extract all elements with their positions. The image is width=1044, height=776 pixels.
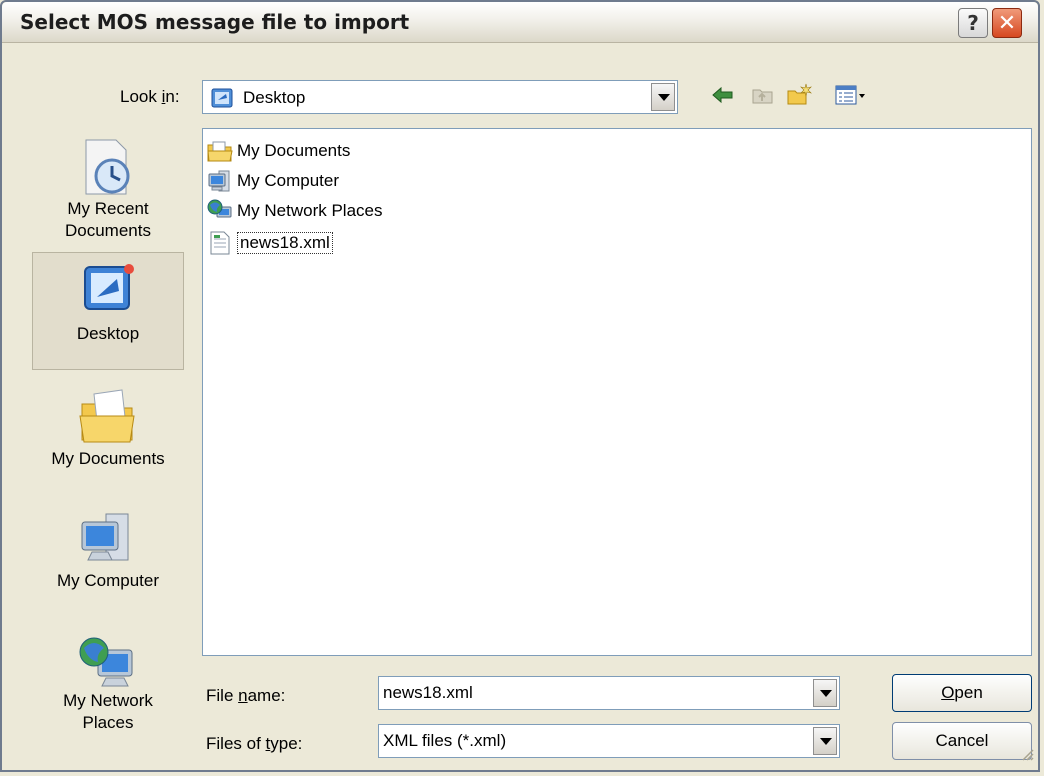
place-label: My Documents: [32, 448, 184, 470]
view-menu-icon[interactable]: [834, 82, 868, 113]
resize-grip-icon[interactable]: [1020, 747, 1034, 766]
title-bar[interactable]: Select MOS message file to import ? ✕: [2, 2, 1038, 43]
lookin-dropdown[interactable]: Desktop: [202, 80, 678, 114]
place-label: Desktop: [33, 323, 183, 345]
filetype-label: Files of type:: [206, 734, 302, 754]
computer-icon: [207, 169, 233, 198]
place-label-line2: Places: [82, 713, 134, 732]
file-name: My Computer: [237, 171, 340, 190]
open-button-label: pen: [954, 683, 983, 702]
file-open-dialog: Select MOS message file to import ? ✕ Lo…: [0, 0, 1040, 772]
lookin-dropdown-arrow[interactable]: [651, 83, 675, 111]
file-list[interactable]: My Documents My Computer My Network Plac…: [202, 128, 1032, 656]
folder-documents-icon: [207, 139, 233, 168]
filename-label-text-end: ame:: [247, 686, 286, 705]
desktop-icon: [77, 261, 141, 322]
lookin-value: Desktop: [243, 88, 306, 107]
desktop-icon: [211, 86, 235, 115]
my-computer-icon: [76, 508, 140, 577]
filename-input[interactable]: [381, 679, 805, 707]
place-my-computer[interactable]: My Computer: [32, 500, 184, 618]
place-label-line1: My Documents: [51, 449, 165, 468]
help-icon: ?: [967, 11, 979, 35]
filename-label-text: File: [206, 686, 239, 705]
place-my-documents[interactable]: My Documents: [32, 378, 184, 496]
filetype-select[interactable]: [378, 724, 840, 758]
place-label-line2: Documents: [65, 221, 151, 240]
new-folder-icon[interactable]: [786, 82, 814, 113]
lookin-label: Look in:: [120, 87, 180, 107]
close-button[interactable]: ✕: [992, 8, 1022, 38]
place-label: My Network Places: [32, 690, 184, 734]
place-label-line1: Desktop: [76, 324, 140, 343]
file-name: news18.xml: [237, 232, 333, 254]
cancel-button[interactable]: Cancel: [892, 722, 1032, 760]
filetype-label-text-end: ype:: [270, 734, 303, 753]
up-folder-icon[interactable]: [750, 82, 776, 113]
my-documents-icon: [76, 386, 140, 451]
filetype-dropdown-arrow[interactable]: [813, 727, 837, 755]
open-button-accel: O: [941, 683, 955, 702]
recent-documents-icon: [76, 136, 140, 205]
file-name: My Documents: [237, 141, 351, 160]
filetype-value[interactable]: [381, 727, 805, 755]
dialog-title: Select MOS message file to import: [20, 10, 410, 34]
filename-combo[interactable]: [378, 676, 840, 710]
place-label-line1: My Computer: [56, 571, 160, 590]
place-desktop[interactable]: Desktop: [32, 252, 184, 370]
places-bar: My Recent Documents Desktop My Documents…: [24, 128, 192, 766]
network-icon: [207, 199, 233, 228]
filetype-label-text: Files of: [206, 734, 266, 753]
back-arrow-icon[interactable]: [710, 82, 736, 113]
help-button[interactable]: ?: [958, 8, 988, 38]
place-label: My Computer: [32, 570, 184, 592]
place-recent-documents[interactable]: My Recent Documents: [32, 128, 184, 246]
open-button[interactable]: Open: [892, 674, 1032, 712]
file-name: My Network Places: [237, 201, 383, 220]
cancel-button-label: Cancel: [935, 731, 989, 750]
filename-label: File name:: [206, 686, 285, 706]
filename-label-accel: n: [238, 686, 248, 705]
xml-file-icon: [207, 231, 233, 260]
place-label-line1: My Recent: [67, 199, 149, 218]
lookin-label-text-end: n:: [165, 87, 180, 106]
filename-dropdown-arrow[interactable]: [813, 679, 837, 707]
lookin-label-text: Look: [120, 87, 162, 106]
place-my-network-places[interactable]: My Network Places: [32, 624, 184, 742]
place-label: My Recent Documents: [32, 198, 184, 242]
place-label-line1: My Network: [63, 691, 153, 710]
close-icon: ✕: [997, 10, 1017, 35]
